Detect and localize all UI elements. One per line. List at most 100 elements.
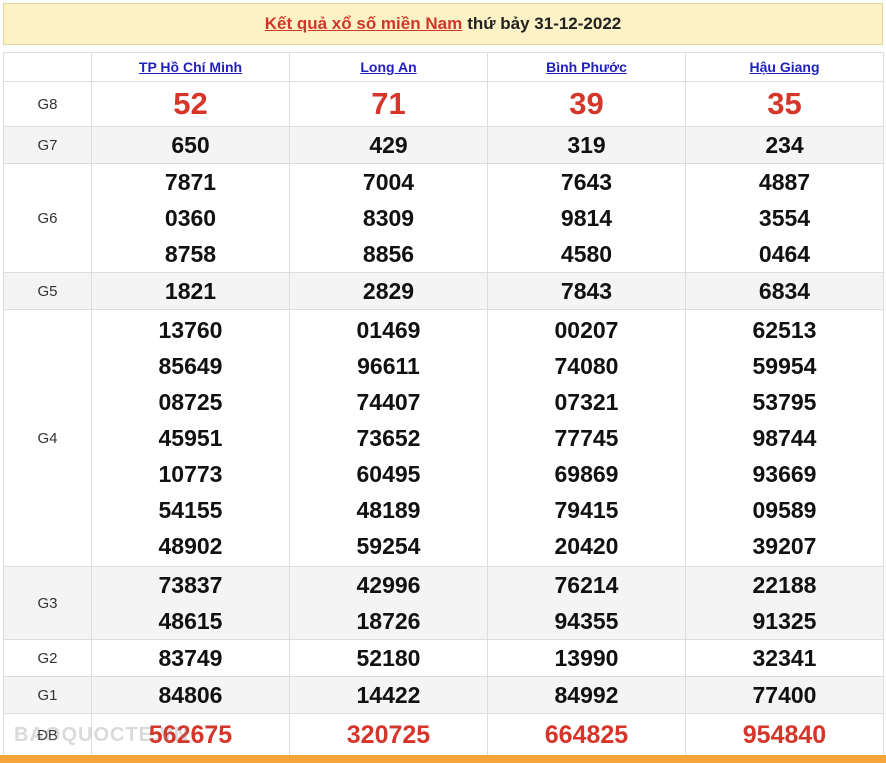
prize-number: 8758 xyxy=(164,241,217,267)
prize-cell: 2829 xyxy=(289,272,488,310)
prize-cell: 6834 xyxy=(685,272,884,310)
prize-number: 0464 xyxy=(758,241,811,267)
prize-number: 84992 xyxy=(554,682,619,708)
prize-label: ĐB xyxy=(3,713,92,757)
prize-row: G4 13760 85649 08725 45951 10773 54155 48902 014… xyxy=(3,309,884,567)
prize-cell: 562675 xyxy=(91,713,290,757)
province-link[interactable]: Long An xyxy=(360,59,416,75)
prize-number: 09589 xyxy=(752,497,817,523)
prize-number: 93669 xyxy=(752,461,817,487)
prize-cell: 7871 0360 8758 xyxy=(91,163,290,273)
prize-number: 320725 xyxy=(346,721,431,749)
prize-cell: 954840 xyxy=(685,713,884,757)
prize-row: G6 7871 0360 8758 7004 8309 8856 7643 9814 4580 48… xyxy=(3,163,884,273)
prize-number: 4887 xyxy=(758,169,811,195)
prize-number: 650 xyxy=(171,132,210,158)
prize-number: 48902 xyxy=(158,533,223,559)
prize-number: 10773 xyxy=(158,461,223,487)
prize-number: 319 xyxy=(567,132,606,158)
title-date: thứ bảy 31-12-2022 xyxy=(467,14,622,33)
prize-cell: 32341 xyxy=(685,639,884,677)
prize-cell: 77400 xyxy=(685,676,884,714)
prize-row: G7 650 429 319 234 xyxy=(3,126,884,164)
prize-number: 562675 xyxy=(148,721,233,749)
prize-number: 45951 xyxy=(158,425,223,451)
prize-number: 39 xyxy=(569,86,604,121)
results-table: TP Hồ Chí Minh Long An Bình Phước Hậu Gi… xyxy=(3,52,884,757)
prize-number: 20420 xyxy=(554,533,619,559)
header-row: TP Hồ Chí Minh Long An Bình Phước Hậu Gi… xyxy=(3,52,884,82)
prize-number: 234 xyxy=(765,132,804,158)
prize-number: 71 xyxy=(371,86,406,121)
province-header: Hậu Giang xyxy=(685,52,884,82)
prize-number: 13760 xyxy=(158,317,223,343)
prize-number: 7843 xyxy=(560,278,613,304)
prize-cell: 52180 xyxy=(289,639,488,677)
prize-number: 60495 xyxy=(356,461,421,487)
province-header: Long An xyxy=(289,52,488,82)
prize-number: 91325 xyxy=(752,608,817,634)
prize-cell: 13760 85649 08725 45951 10773 54155 48902 xyxy=(91,309,290,567)
prize-number: 42996 xyxy=(356,572,421,598)
province-header: TP Hồ Chí Minh xyxy=(91,52,290,82)
prize-number: 69869 xyxy=(554,461,619,487)
prize-row: ĐB 562675 320725 664825 954840 xyxy=(3,713,884,757)
prize-label: G8 xyxy=(3,81,92,127)
prize-label: G3 xyxy=(3,566,92,640)
bottom-bar xyxy=(0,755,886,763)
prize-label: G2 xyxy=(3,639,92,677)
prize-number: 76214 xyxy=(554,572,619,598)
prize-row: G2 83749 52180 13990 32341 xyxy=(3,639,884,677)
province-link[interactable]: Hậu Giang xyxy=(749,59,819,75)
prize-number: 52180 xyxy=(356,645,421,671)
prize-cell: 650 xyxy=(91,126,290,164)
header-corner xyxy=(3,52,92,82)
prize-number: 07321 xyxy=(554,389,619,415)
prize-cell: 234 xyxy=(685,126,884,164)
prize-cell: 429 xyxy=(289,126,488,164)
prize-number: 4580 xyxy=(560,241,613,267)
prize-number: 77400 xyxy=(752,682,817,708)
prize-cell: 01469 96611 74407 73652 60495 48189 59254 xyxy=(289,309,488,567)
prize-number: 73652 xyxy=(356,425,421,451)
prize-row: G3 73837 48615 42996 18726 76214 94355 22188 913… xyxy=(3,566,884,640)
prize-number: 664825 xyxy=(544,721,629,749)
prize-number: 1821 xyxy=(164,278,217,304)
prize-number: 54155 xyxy=(158,497,223,523)
prize-number: 9814 xyxy=(560,205,613,231)
prize-number: 7871 xyxy=(164,169,217,195)
prize-number: 08725 xyxy=(158,389,223,415)
prize-cell: 52 xyxy=(91,81,290,127)
prize-number: 48615 xyxy=(158,608,223,634)
prize-number: 6834 xyxy=(758,278,811,304)
prize-number: 39207 xyxy=(752,533,817,559)
prize-number: 77745 xyxy=(554,425,619,451)
prize-number: 8856 xyxy=(362,241,415,267)
prize-number: 98744 xyxy=(752,425,817,451)
prize-number: 79415 xyxy=(554,497,619,523)
prize-label: G5 xyxy=(3,272,92,310)
province-link[interactable]: Bình Phước xyxy=(546,59,627,75)
prize-number: 74080 xyxy=(554,353,619,379)
title-link[interactable]: Kết quả xổ số miền Nam xyxy=(265,14,462,34)
prize-number: 2829 xyxy=(362,278,415,304)
prize-number: 74407 xyxy=(356,389,421,415)
prize-cell: 7004 8309 8856 xyxy=(289,163,488,273)
prize-number: 00207 xyxy=(554,317,619,343)
prize-cell: 320725 xyxy=(289,713,488,757)
prize-number: 954840 xyxy=(742,721,827,749)
prize-number: 18726 xyxy=(356,608,421,634)
prize-number: 35 xyxy=(767,86,802,121)
province-link[interactable]: TP Hồ Chí Minh xyxy=(139,59,242,75)
prize-number: 13990 xyxy=(554,645,619,671)
prize-cell: 73837 48615 xyxy=(91,566,290,640)
prize-cell: 7643 9814 4580 xyxy=(487,163,686,273)
prize-row: G8 52 71 39 35 xyxy=(3,81,884,127)
prize-row: G1 84806 14422 84992 77400 xyxy=(3,676,884,714)
prize-number: 73837 xyxy=(158,572,223,598)
prize-cell: 22188 91325 xyxy=(685,566,884,640)
prize-cell: 83749 xyxy=(91,639,290,677)
prize-cell: 7843 xyxy=(487,272,686,310)
prize-number: 32341 xyxy=(752,645,817,671)
prize-number: 96611 xyxy=(357,353,420,379)
